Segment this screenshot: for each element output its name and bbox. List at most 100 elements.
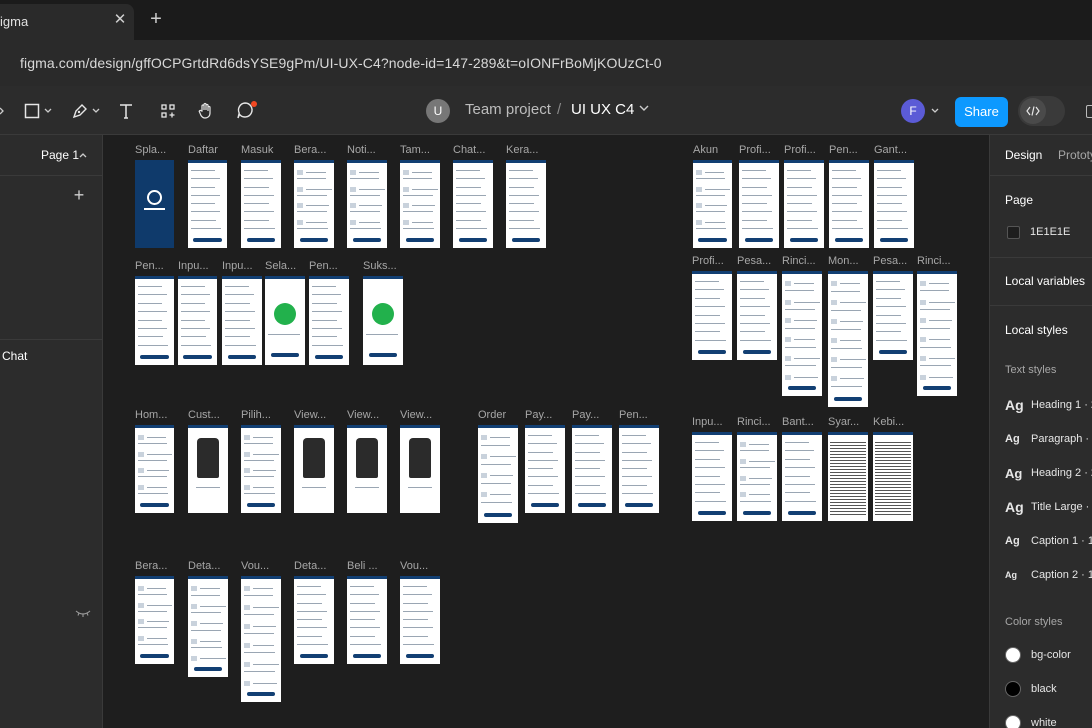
project-name[interactable]: Team project — [465, 101, 551, 118]
address-bar[interactable]: figma.com/design/gffOCPGrtdRd6dsYSE9gPm/… — [0, 40, 1092, 86]
frame-label[interactable]: Syar... — [828, 415, 859, 429]
frame-label[interactable]: Bera... — [294, 143, 326, 157]
frame-thumbnail-form[interactable] — [739, 160, 779, 248]
frame-thumbnail-list[interactable] — [241, 425, 281, 513]
frame-thumbnail-list[interactable] — [135, 425, 174, 513]
text-style-item[interactable]: Ag Caption 2 · 1 — [1005, 567, 1092, 583]
frame-label[interactable]: Bera... — [135, 559, 167, 573]
frame-label[interactable]: Tam... — [400, 143, 430, 157]
frame-thumbnail-list[interactable] — [828, 271, 868, 407]
frame-label[interactable]: Deta... — [188, 559, 220, 573]
page-selector[interactable]: Page 1 — [41, 148, 79, 162]
color-style-item[interactable]: bg-color — [1005, 647, 1071, 663]
local-variables[interactable]: Local variables — [1005, 274, 1085, 288]
frame-label[interactable]: Vou... — [400, 559, 428, 573]
frame-label[interactable]: Kebi... — [873, 415, 904, 429]
color-style-item[interactable]: black — [1005, 681, 1057, 697]
color-style-item[interactable]: white — [1005, 715, 1057, 728]
frame-label[interactable]: Bant... — [782, 415, 814, 429]
close-tab-icon[interactable]: ✕ — [111, 11, 129, 29]
frame-label[interactable]: Inpu... — [222, 259, 253, 273]
frame-label[interactable]: Profi... — [692, 254, 724, 268]
page-color-swatch[interactable] — [1007, 226, 1020, 239]
frame-thumbnail-shirt[interactable] — [400, 425, 440, 513]
frame-label[interactable]: Pen... — [135, 259, 164, 273]
design-canvas[interactable]: Spla... Daftar Masuk Bera... Noti... Tam... Ch… — [104, 135, 989, 728]
frame-thumbnail-form[interactable] — [874, 160, 914, 248]
eye-closed-icon[interactable] — [75, 609, 91, 617]
frame-thumbnail-shirt[interactable] — [294, 425, 334, 513]
frame-label[interactable]: Vou... — [241, 559, 269, 573]
frame-thumbnail-doc[interactable] — [873, 432, 913, 521]
collaborator-avatar[interactable]: F — [901, 99, 925, 123]
tab-prototype[interactable]: Prototype — [1058, 148, 1092, 162]
frame-label[interactable]: Masuk — [241, 143, 273, 157]
frame-label[interactable]: Pay... — [525, 408, 552, 422]
frame-label[interactable]: Cust... — [188, 408, 220, 422]
page-color-value[interactable]: 1E1E1E — [1030, 226, 1070, 238]
frame-thumbnail-form[interactable] — [829, 160, 869, 248]
frame-thumbnail-success[interactable] — [363, 276, 403, 365]
chevron-down-icon[interactable] — [639, 105, 649, 112]
frame-thumbnail-form[interactable] — [692, 271, 732, 360]
frame-label[interactable]: Gant... — [874, 143, 907, 157]
tab-design[interactable]: Design — [1005, 148, 1042, 162]
frame-thumbnail-form[interactable] — [692, 432, 732, 521]
chevron-up-icon[interactable] — [79, 152, 87, 158]
frame-thumbnail-form[interactable] — [222, 276, 262, 365]
new-tab-icon[interactable]: + — [146, 8, 166, 30]
frame-thumbnail-form[interactable] — [347, 576, 387, 664]
text-style-item[interactable]: Ag Caption 1 · 1 — [1005, 533, 1092, 549]
frame-thumbnail-form[interactable] — [241, 160, 281, 248]
frame-label[interactable]: Mon... — [828, 254, 859, 268]
frame-label[interactable]: Noti... — [347, 143, 376, 157]
frame-thumbnail-list[interactable] — [135, 576, 174, 664]
text-style-item[interactable]: Ag Title Large · — [1005, 499, 1089, 515]
frame-label[interactable]: Pen... — [619, 408, 648, 422]
frame-label[interactable]: Rinci... — [782, 254, 816, 268]
frame-label[interactable]: Rinci... — [737, 415, 771, 429]
frame-thumbnail-form[interactable] — [188, 160, 227, 248]
url-text[interactable]: figma.com/design/gffOCPGrtdRd6dsYSE9gPm/… — [20, 55, 662, 71]
frame-thumbnail-shirt[interactable] — [347, 425, 387, 513]
frame-label[interactable]: Pay... — [572, 408, 599, 422]
text-style-item[interactable]: Ag Heading 1 · 2 — [1005, 397, 1092, 413]
browser-tab[interactable]: igma ✕ — [0, 4, 134, 40]
frame-thumbnail-shirt[interactable] — [188, 425, 228, 513]
frame-label[interactable]: Pen... — [309, 259, 338, 273]
pen-tool[interactable] — [72, 98, 100, 124]
frame-label[interactable]: Spla... — [135, 143, 166, 157]
frame-thumbnail-form[interactable] — [400, 576, 440, 664]
frame-label[interactable]: Order — [478, 408, 506, 422]
frame-thumbnail-list[interactable] — [347, 160, 387, 248]
frame-thumbnail-form[interactable] — [525, 425, 565, 513]
text-style-item[interactable]: Ag Heading 2 · 2 — [1005, 465, 1092, 481]
add-page-icon[interactable]: + — [72, 186, 86, 204]
frame-thumbnail-list[interactable] — [693, 160, 732, 248]
frame-label[interactable]: Sela... — [265, 259, 296, 273]
frame-label[interactable]: View... — [347, 408, 379, 422]
frame-label[interactable]: View... — [400, 408, 432, 422]
frame-thumbnail-list[interactable] — [917, 271, 957, 396]
frame-label[interactable]: Pesa... — [873, 254, 907, 268]
frame-thumbnail-splash[interactable] — [135, 160, 174, 248]
frame-thumbnail-form[interactable] — [737, 271, 777, 360]
frame-thumbnail-list[interactable] — [400, 160, 440, 248]
frame-label[interactable]: Chat... — [453, 143, 485, 157]
frame-label[interactable]: Deta... — [294, 559, 326, 573]
frame-label[interactable]: Pesa... — [737, 254, 771, 268]
hand-tool[interactable] — [197, 98, 215, 124]
frame-thumbnail-form[interactable] — [572, 425, 612, 513]
frame-thumbnail-list[interactable] — [241, 576, 281, 702]
components-tool[interactable] — [160, 98, 176, 124]
frame-label[interactable]: Daftar — [188, 143, 218, 157]
frame-thumbnail-list[interactable] — [294, 160, 334, 248]
share-button[interactable]: Share — [955, 97, 1008, 127]
frame-thumbnail-form[interactable] — [784, 160, 824, 248]
frame-thumbnail-list[interactable] — [478, 425, 518, 523]
main-menu-chevron[interactable] — [0, 98, 6, 124]
user-avatar[interactable]: U — [426, 99, 450, 123]
frame-label[interactable]: Pilih... — [241, 408, 271, 422]
frame-label[interactable]: Inpu... — [178, 259, 209, 273]
chevron-down-icon[interactable] — [931, 108, 939, 114]
